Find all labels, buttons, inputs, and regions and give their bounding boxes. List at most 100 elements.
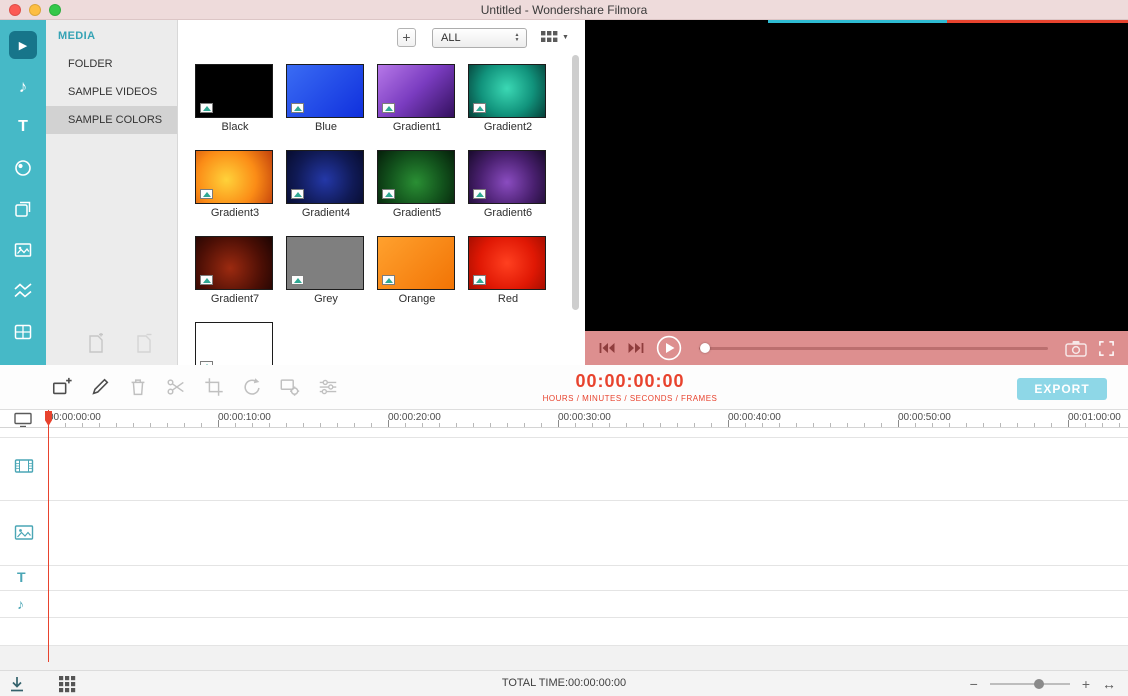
thumbnail-label: Gradient3	[195, 207, 275, 219]
image-badge-icon	[200, 275, 213, 285]
ruler-major-ticks	[48, 420, 1128, 427]
add-folder-icon[interactable]	[86, 333, 106, 355]
media-thumbnail[interactable]: Gradient6	[468, 150, 548, 222]
thumbnail-label: Gradient4	[286, 207, 366, 219]
zoom-handle[interactable]	[1034, 679, 1044, 689]
skip-forward-icon[interactable]	[627, 341, 645, 355]
stepper-arrows-icon: ▲▼	[510, 30, 524, 46]
media-thumbnail[interactable]: Black	[195, 64, 275, 136]
media-thumbnail[interactable]: Blue	[286, 64, 366, 136]
pip-track-icon[interactable]	[14, 524, 34, 541]
picture-icon	[13, 240, 33, 260]
view-mode-button[interactable]: ▼	[541, 30, 569, 44]
close-button[interactable]	[9, 4, 21, 16]
media-filter-select[interactable]: ALL ▲▼	[432, 28, 527, 48]
pencil-icon	[89, 376, 111, 398]
clip-settings-icon	[279, 376, 301, 398]
media-thumbnail[interactable]: Grey	[286, 236, 366, 308]
media-thumbnail[interactable]: Orange	[377, 236, 457, 308]
crop-button[interactable]	[202, 375, 226, 399]
image-badge-icon	[382, 275, 395, 285]
image-badge-icon	[200, 103, 213, 113]
media-thumbnail[interactable]: Gradient1	[377, 64, 457, 136]
minimize-button[interactable]	[29, 4, 41, 16]
library-scrollbar[interactable]	[572, 55, 579, 310]
image-badge-icon	[200, 189, 213, 199]
sliders-icon	[317, 376, 339, 398]
settings-button[interactable]	[278, 375, 302, 399]
tab-transitions[interactable]	[0, 278, 46, 304]
zoom-track	[990, 683, 1070, 685]
media-thumbnail[interactable]	[195, 322, 275, 365]
thumbnail-label: Black	[195, 121, 275, 133]
media-thumbnail[interactable]: Gradient2	[468, 64, 548, 136]
zoom-button[interactable]	[49, 4, 61, 16]
edit-toolbar: 00:00:00:00 HOURS / MINUTES / SECONDS / …	[0, 365, 1128, 410]
sidebar-item[interactable]: SAMPLE VIDEOS	[46, 78, 177, 106]
fullscreen-icon[interactable]	[1098, 340, 1115, 357]
track-divider	[0, 437, 1128, 438]
play-button[interactable]	[656, 335, 682, 361]
tab-text[interactable]: T	[0, 114, 46, 140]
text-track-icon[interactable]: T	[17, 569, 26, 585]
thumbnail-preview	[195, 64, 273, 118]
media-thumbnail[interactable]: Gradient7	[195, 236, 275, 308]
thumbnail-preview	[468, 150, 546, 204]
seek-slider[interactable]	[699, 343, 1048, 353]
sidebar-item[interactable]: FOLDER	[46, 50, 177, 78]
image-badge-icon	[382, 189, 395, 199]
thumbnail-preview	[286, 150, 364, 204]
video-track-icon[interactable]	[14, 458, 34, 474]
media-thumbnail[interactable]: Gradient3	[195, 150, 275, 222]
split-button[interactable]	[164, 375, 188, 399]
sidebar-item-label: FOLDER	[68, 58, 113, 70]
folder-actions	[46, 333, 178, 357]
media-thumbnail[interactable]: Gradient5	[377, 150, 457, 222]
timeline-tracks[interactable]: T ♪	[0, 428, 1128, 670]
fit-timeline-icon[interactable]: ↔	[1102, 676, 1116, 692]
edit-button[interactable]	[88, 375, 112, 399]
sidebar-item-label: SAMPLE COLORS	[68, 114, 162, 126]
media-thumbnail[interactable]: Red	[468, 236, 548, 308]
track-manager-icon[interactable]	[13, 412, 33, 428]
rotate-button[interactable]	[240, 375, 264, 399]
thumbnail-label: Blue	[286, 121, 366, 133]
audio-track-icon[interactable]: ♪	[17, 596, 24, 612]
thumbnail-label: Gradient5	[377, 207, 457, 219]
add-media-button[interactable]: +	[397, 28, 416, 47]
window-title: Untitled - Wondershare Filmora	[481, 3, 648, 17]
tab-media[interactable]: ▶	[0, 32, 46, 58]
thumbnail-preview	[468, 236, 546, 290]
snapshot-camera-icon[interactable]	[1065, 340, 1087, 357]
timeline-zoom-slider[interactable]	[990, 678, 1070, 690]
zoom-out-button[interactable]: −	[970, 676, 978, 692]
track-divider	[0, 565, 1128, 566]
delete-button[interactable]	[126, 375, 150, 399]
accent-strip-cyan	[768, 20, 947, 23]
sample-colors-grid: Black Blue Gradient1	[195, 64, 570, 365]
plus-icon: +	[402, 29, 410, 45]
tab-overlays[interactable]	[0, 196, 46, 222]
track-divider	[0, 617, 1128, 618]
tab-elements[interactable]	[0, 237, 46, 263]
image-badge-icon	[291, 275, 304, 285]
playhead[interactable]	[48, 410, 49, 662]
seek-handle[interactable]	[700, 343, 710, 353]
tab-audio[interactable]: ♪	[0, 73, 46, 99]
add-to-timeline-button[interactable]	[50, 375, 74, 399]
delete-folder-icon[interactable]	[134, 333, 154, 355]
thumbnail-preview	[377, 150, 455, 204]
timeline-ruler[interactable]: 00:00:00:0000:00:10:0000:00:20:0000:00:3…	[0, 410, 1128, 428]
zoom-in-button[interactable]: +	[1082, 676, 1090, 692]
export-button[interactable]: EXPORT	[1017, 378, 1107, 400]
tab-split-screen[interactable]	[0, 319, 46, 345]
chevron-down-icon: ▼	[562, 34, 569, 41]
playback-controls	[585, 331, 1128, 365]
tab-filters[interactable]	[0, 155, 46, 181]
adjust-button[interactable]	[316, 375, 340, 399]
media-thumbnail[interactable]: Gradient4	[286, 150, 366, 222]
skip-back-icon[interactable]	[598, 341, 616, 355]
media-icon: ▶	[9, 31, 37, 59]
sidebar-item[interactable]: SAMPLE COLORS	[46, 106, 177, 134]
filmora-window: Untitled - Wondershare Filmora ▶ ♪ T	[0, 0, 1128, 696]
